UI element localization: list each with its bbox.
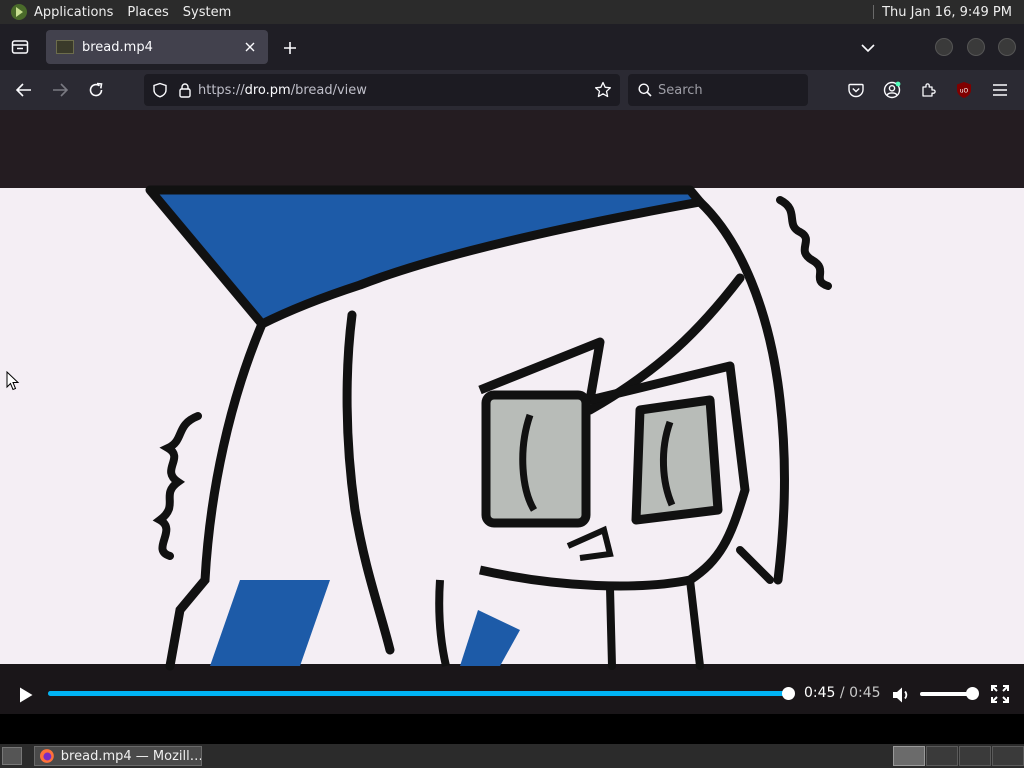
lock-icon[interactable]	[178, 82, 192, 98]
navigation-toolbar: https://dro.pm/bread/view Search uO	[0, 70, 1024, 110]
taskbar-item-label: bread.mp4 — Mozill…	[60, 748, 201, 764]
applications-menu[interactable]: Applications	[34, 5, 113, 20]
bookmark-star-icon[interactable]	[594, 81, 612, 99]
seek-progress-fill	[48, 691, 788, 696]
open-menu-button[interactable]	[986, 76, 1014, 104]
minimize-window-button[interactable]	[935, 38, 953, 56]
bottom-taskbar: bread.mp4 — Mozill…	[0, 744, 1024, 768]
extensions-button[interactable]	[914, 76, 942, 104]
arrow-left-icon	[16, 83, 31, 97]
video-favicon-icon	[56, 40, 74, 54]
show-desktop-button[interactable]	[2, 747, 22, 765]
current-time: 0:45	[804, 685, 836, 701]
chevron-down-icon	[861, 44, 875, 53]
seek-slider[interactable]	[48, 687, 795, 700]
workspace-1[interactable]	[893, 746, 925, 766]
page-content: 0:45 / 0:45	[0, 110, 1024, 744]
close-tab-button[interactable]	[242, 39, 258, 55]
maximize-window-button[interactable]	[967, 38, 985, 56]
tab-title: bread.mp4	[82, 39, 153, 55]
ublock-origin-icon: uO	[957, 82, 971, 98]
shield-icon[interactable]	[152, 82, 168, 98]
url-text[interactable]: https://dro.pm/bread/view	[198, 83, 594, 98]
firefox-view-icon	[11, 40, 29, 54]
video-player[interactable]: 0:45 / 0:45	[0, 110, 1024, 714]
firefox-icon	[39, 749, 54, 763]
tab-bread[interactable]: bread.mp4	[46, 30, 268, 64]
arrow-right-icon	[53, 83, 68, 97]
mouse-pointer-icon	[6, 371, 20, 391]
clock[interactable]: Thu Jan 16, 9:49 PM	[882, 5, 1012, 20]
puzzle-icon	[922, 83, 936, 97]
fullscreen-button[interactable]	[990, 684, 1010, 704]
volume-slider[interactable]	[920, 687, 979, 700]
distro-logo-icon[interactable]	[10, 3, 28, 21]
duration: 0:45	[849, 685, 881, 701]
system-menu[interactable]: System	[183, 5, 231, 20]
forward-button[interactable]	[46, 76, 74, 104]
reload-button[interactable]	[82, 76, 110, 104]
volume-thumb[interactable]	[966, 687, 979, 700]
pocket-icon	[848, 83, 864, 97]
list-all-tabs-button[interactable]	[856, 36, 880, 60]
account-button[interactable]	[878, 76, 906, 104]
ublock-origin-button[interactable]: uO	[950, 76, 978, 104]
time-separator: /	[835, 685, 850, 701]
video-controls: 0:45 / 0:45	[0, 674, 1024, 714]
speaker-icon	[893, 687, 902, 703]
tab-bar: bread.mp4	[0, 24, 1024, 70]
hamburger-menu-icon	[993, 84, 1007, 96]
workspace-3[interactable]	[959, 746, 991, 766]
close-icon	[245, 42, 255, 52]
mute-button[interactable]	[890, 684, 912, 706]
workspace-2[interactable]	[926, 746, 958, 766]
search-icon	[638, 83, 652, 97]
timecode: 0:45 / 0:45	[804, 685, 881, 701]
play-icon	[20, 687, 33, 703]
svg-text:uO: uO	[960, 88, 969, 95]
account-icon	[883, 81, 901, 99]
workspace-4[interactable]	[992, 746, 1024, 766]
panel-separator	[873, 5, 875, 19]
new-tab-button[interactable]	[278, 36, 302, 60]
plus-icon	[284, 42, 296, 54]
places-menu[interactable]: Places	[127, 5, 168, 20]
search-bar[interactable]: Search	[628, 74, 808, 106]
seek-thumb[interactable]	[782, 687, 795, 700]
firefox-view-button[interactable]	[0, 24, 40, 70]
reload-icon	[89, 82, 103, 97]
pocket-button[interactable]	[842, 76, 870, 104]
close-window-button[interactable]	[998, 38, 1016, 56]
play-button[interactable]	[14, 684, 36, 706]
top-panel: Applications Places System Thu Jan 16, 9…	[0, 0, 1024, 24]
video-frame-illustration	[0, 110, 1024, 714]
url-bar[interactable]: https://dro.pm/bread/view	[144, 74, 620, 106]
back-button[interactable]	[10, 76, 38, 104]
search-placeholder: Search	[658, 82, 703, 98]
taskbar-item-firefox[interactable]: bread.mp4 — Mozill…	[34, 746, 202, 766]
